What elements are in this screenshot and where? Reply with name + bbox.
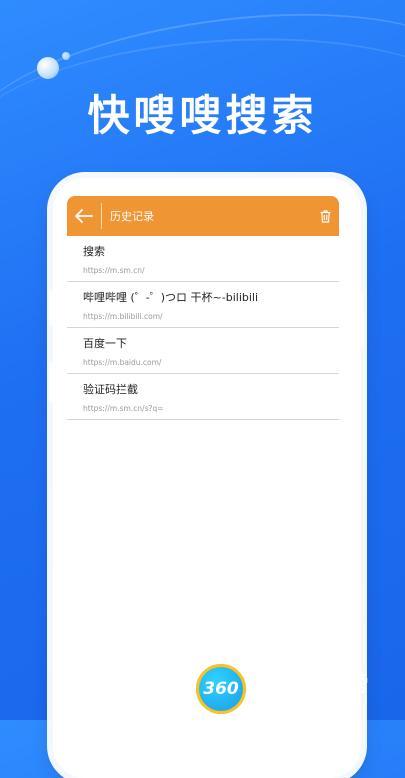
- history-item[interactable]: 验证码拦截 https://m.sm.cn/s?q=: [67, 374, 339, 420]
- appbar-divider: [101, 203, 102, 229]
- history-item-title: 验证码拦截: [83, 383, 138, 396]
- trash-icon: [320, 209, 330, 223]
- history-item-title: 搜索: [83, 245, 105, 258]
- history-item[interactable]: 百度一下 https://m.baidu.com/: [67, 328, 339, 374]
- headline: 快嗖嗖搜索: [87, 91, 318, 140]
- decorative-bubble: [37, 57, 59, 79]
- decorative-bubble: [62, 52, 70, 60]
- history-item-url: https://m.bilibili.com/: [83, 312, 163, 321]
- history-item[interactable]: 哔哩哔哩 (゜-゜)つロ 干杯~-bilibili https://m.bili…: [67, 282, 339, 328]
- app-bar: 历史记录: [67, 196, 339, 236]
- history-item-url: https://m.sm.cn/: [83, 266, 145, 275]
- history-item[interactable]: 搜索 https://m.sm.cn/: [67, 236, 339, 282]
- history-item-title: 百度一下: [83, 337, 127, 350]
- arrow-left-icon: [75, 209, 93, 223]
- history-item-url: https://m.baidu.com/: [83, 358, 162, 367]
- page-title: 历史记录: [110, 210, 154, 223]
- history-item-url: https://m.sm.cn/s?q=: [83, 404, 164, 413]
- watermark-domain: -WANGZHAN360.CN-: [254, 700, 361, 709]
- watermark-name: 网站排行榜: [254, 672, 370, 697]
- back-button[interactable]: [67, 196, 101, 236]
- delete-history-button[interactable]: [311, 196, 339, 236]
- watermark: 360 网站排行榜 -WANGZHAN360.CN-: [196, 664, 402, 718]
- history-item-title: 哔哩哔哩 (゜-゜)つロ 干杯~-bilibili: [83, 291, 259, 304]
- history-list: 搜索 https://m.sm.cn/ 哔哩哔哩 (゜-゜)つロ 干杯~-bil…: [67, 236, 339, 420]
- watermark-logo: 360: [196, 664, 246, 714]
- watermark-text: 网站排行榜 -WANGZHAN360.CN-: [254, 666, 369, 709]
